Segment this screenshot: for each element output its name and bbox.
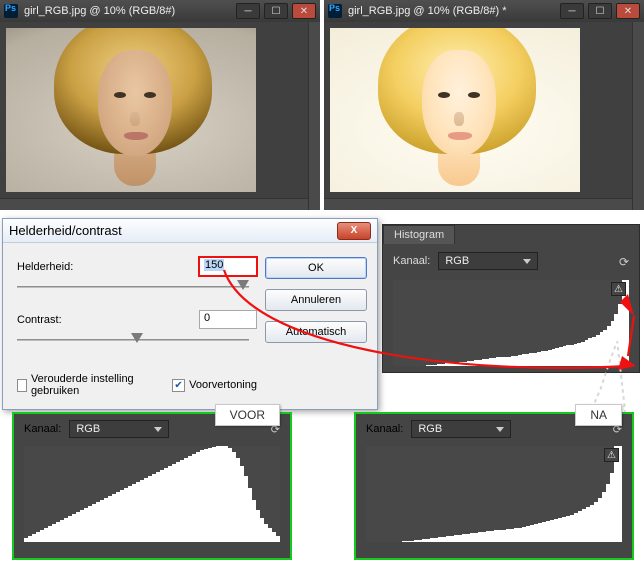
maximize-button[interactable]: ☐ [264, 3, 288, 19]
cache-warning-icon[interactable]: ⚠ [604, 448, 619, 462]
histogram-chart-live: ⚠ [393, 280, 629, 366]
cache-warning-icon[interactable]: ⚠ [611, 282, 626, 296]
channel-select[interactable]: RGB [438, 252, 538, 270]
histogram-panel[interactable]: Histogram Kanaal: RGB ⟳ ⚠ [382, 224, 640, 373]
brightness-slider[interactable] [17, 278, 257, 296]
brightness-input[interactable]: 150 [199, 257, 257, 276]
brightness-contrast-dialog[interactable]: Helderheid/contrast X Helderheid: 150 Co… [2, 218, 378, 410]
vertical-scrollbar[interactable] [308, 22, 320, 210]
preview-checkbox[interactable]: ✔ Voorvertoning [172, 373, 257, 397]
contrast-input[interactable]: 0 [199, 310, 257, 329]
channel-label: Kanaal: [393, 255, 430, 267]
minimize-button[interactable]: ─ [236, 3, 260, 19]
contrast-slider[interactable] [17, 331, 257, 349]
ok-button[interactable]: OK [265, 257, 367, 279]
refresh-icon[interactable]: ⟳ [615, 255, 633, 269]
photoshop-icon [328, 4, 342, 18]
checkbox-icon: ✔ [172, 379, 185, 392]
right-window-title: girl_RGB.jpg @ 10% (RGB/8#) * [346, 5, 560, 17]
histogram-panel-before[interactable]: Kanaal: RGB ⟳ [14, 414, 290, 558]
channel-select[interactable]: RGB [411, 420, 511, 438]
channel-select[interactable]: RGB [69, 420, 169, 438]
dialog-title: Helderheid/contrast [9, 223, 337, 238]
vertical-scrollbar[interactable] [632, 22, 644, 210]
histogram-chart-before [24, 446, 280, 542]
checkbox-icon [17, 379, 27, 392]
right-canvas[interactable] [324, 22, 644, 210]
chevron-down-icon [154, 427, 162, 432]
chevron-down-icon [496, 427, 504, 432]
after-label: NA [575, 404, 622, 426]
maximize-button[interactable]: ☐ [588, 3, 612, 19]
left-canvas[interactable] [0, 22, 320, 210]
close-button[interactable]: ✕ [292, 3, 316, 19]
auto-button[interactable]: Automatisch [265, 321, 367, 343]
histogram-panel-after[interactable]: Kanaal: RGB ⟳ ⚠ [356, 414, 632, 558]
compare-before-box: VOOR Kanaal: RGB ⟳ [12, 412, 292, 560]
contrast-label: Contrast: [17, 314, 117, 326]
channel-label: Kanaal: [366, 423, 403, 435]
minimize-button[interactable]: ─ [560, 3, 584, 19]
left-window-titlebar[interactable]: girl_RGB.jpg @ 10% (RGB/8#) ─ ☐ ✕ [0, 0, 320, 22]
before-label: VOOR [215, 404, 280, 426]
dialog-close-button[interactable]: X [337, 222, 371, 240]
channel-label: Kanaal: [24, 423, 61, 435]
photoshop-icon [4, 4, 18, 18]
cancel-button[interactable]: Annuleren [265, 289, 367, 311]
horizontal-scrollbar[interactable] [324, 198, 632, 210]
left-image [6, 28, 256, 192]
right-image [330, 28, 580, 192]
brightness-label: Helderheid: [17, 261, 117, 273]
histogram-tab[interactable]: Histogram [383, 225, 455, 244]
close-button[interactable]: ✕ [616, 3, 640, 19]
horizontal-scrollbar[interactable] [0, 198, 308, 210]
histogram-chart-after: ⚠ [366, 446, 622, 542]
left-window-title: girl_RGB.jpg @ 10% (RGB/8#) [22, 5, 236, 17]
compare-after-box: NA Kanaal: RGB ⟳ ⚠ [354, 412, 634, 560]
chevron-down-icon [523, 259, 531, 264]
legacy-checkbox[interactable]: Verouderde instelling gebruiken [17, 373, 142, 397]
right-window-titlebar[interactable]: girl_RGB.jpg @ 10% (RGB/8#) * ─ ☐ ✕ [324, 0, 644, 22]
